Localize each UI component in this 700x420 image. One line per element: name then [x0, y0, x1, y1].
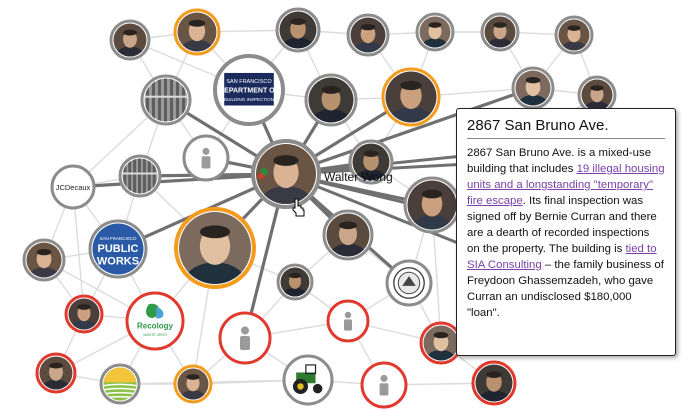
farm-logo-node[interactable] — [99, 363, 141, 405]
placeholder-node[interactable] — [218, 311, 272, 365]
dbi-logo-line1: SAN FRANCISCO — [226, 79, 272, 85]
person-node[interactable] — [64, 294, 104, 337]
seal-node[interactable] — [385, 259, 433, 307]
placeholder-node[interactable] — [326, 299, 370, 343]
recology-logo-name: Recology — [137, 322, 174, 331]
person-node[interactable] — [276, 263, 314, 304]
person-node[interactable] — [471, 360, 517, 411]
tooltip-card: 2867 San Bruno Ave. 2867 San Bruno Ave. … — [456, 108, 676, 356]
recology-logo-sub: WASTE ZERO — [143, 333, 167, 337]
tooltip-title: 2867 San Bruno Ave. — [467, 117, 665, 139]
recology-logo-node[interactable]: Recology WASTE ZERO — [125, 291, 185, 351]
building-photo-node[interactable] — [118, 154, 162, 198]
placeholder-node[interactable] — [360, 361, 408, 409]
tooltip-body: 2867 San Bruno Ave. is a mixed-use build… — [467, 145, 665, 321]
public-works-line1: SAN FRANCISCO — [99, 236, 137, 241]
person-node[interactable] — [480, 12, 520, 55]
dbi-logo-line2: DEPARTMENT OF — [219, 87, 279, 94]
person-node[interactable] — [415, 12, 455, 55]
person-node[interactable] — [174, 207, 256, 302]
jcdecaux-logo-node[interactable]: JCDecaux — [50, 164, 96, 210]
jcdecaux-logo-text: JCDecaux — [56, 183, 91, 192]
person-node[interactable] — [173, 8, 221, 61]
person-node[interactable] — [403, 176, 461, 242]
dbi-logo-line3: BUILDING INSPECTION — [224, 97, 274, 102]
person-node[interactable] — [35, 352, 77, 398]
person-node[interactable] — [275, 7, 321, 58]
placeholder-node[interactable] — [182, 134, 230, 182]
person-node[interactable] — [322, 209, 374, 267]
person-node[interactable] — [304, 73, 358, 134]
public-works-line2: PUBLIC — [98, 243, 139, 255]
public-works-line3: WORKS — [97, 255, 139, 267]
badge-icon — [258, 173, 264, 179]
focus-node-label: Walter Wong — [324, 170, 393, 184]
public-works-logo-node[interactable]: SAN FRANCISCO PUBLICWORKS — [88, 219, 148, 279]
building-photo-node[interactable] — [140, 74, 192, 126]
person-node[interactable] — [109, 19, 151, 65]
person-node[interactable] — [419, 321, 463, 369]
walter-wong-node[interactable] — [251, 139, 321, 219]
person-node[interactable] — [173, 364, 213, 407]
dbi-logo-node[interactable]: SAN FRANCISCO DEPARTMENT OF BUILDING INSPE… — [213, 54, 285, 126]
tractor-node[interactable] — [282, 354, 334, 406]
